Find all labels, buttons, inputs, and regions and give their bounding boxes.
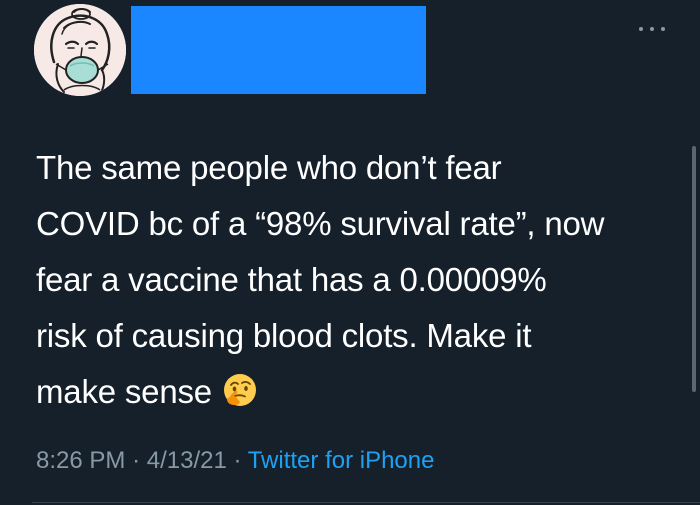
avatar-illustration bbox=[34, 4, 126, 96]
more-horizontal-icon[interactable] bbox=[639, 20, 665, 38]
tweet-text-line: The same people who don’t fear bbox=[36, 149, 502, 186]
tweet-text-line-last: make sense bbox=[36, 364, 676, 420]
tweet-text-line: make sense bbox=[36, 373, 212, 410]
meta-separator: · bbox=[233, 447, 242, 474]
tweet-meta: 8:26 PM · 4/13/21 · Twitter for iPhone bbox=[36, 447, 434, 475]
tweet-time[interactable]: 8:26 PM bbox=[36, 447, 125, 474]
tweet-text-line: COVID bc of a “98% survival rate”, now bbox=[36, 205, 605, 242]
tweet-date[interactable]: 4/13/21 bbox=[147, 447, 227, 474]
more-dot bbox=[650, 27, 654, 31]
scrollbar[interactable] bbox=[692, 146, 696, 392]
thinking-face-icon bbox=[223, 374, 256, 407]
tweet-text: The same people who don’t fear COVID bc … bbox=[36, 140, 676, 420]
tweet-source-link[interactable]: Twitter for iPhone bbox=[248, 447, 435, 474]
avatar[interactable] bbox=[34, 4, 126, 96]
divider bbox=[32, 502, 700, 503]
more-dot bbox=[639, 27, 643, 31]
more-dot bbox=[661, 27, 665, 31]
redacted-author-name bbox=[131, 6, 426, 94]
tweet-card: The same people who don’t fear COVID bc … bbox=[0, 0, 700, 505]
meta-separator: · bbox=[132, 447, 141, 474]
tweet-text-line: risk of causing blood clots. Make it bbox=[36, 317, 532, 354]
tweet-text-line: fear a vaccine that has a 0.00009% bbox=[36, 261, 547, 298]
